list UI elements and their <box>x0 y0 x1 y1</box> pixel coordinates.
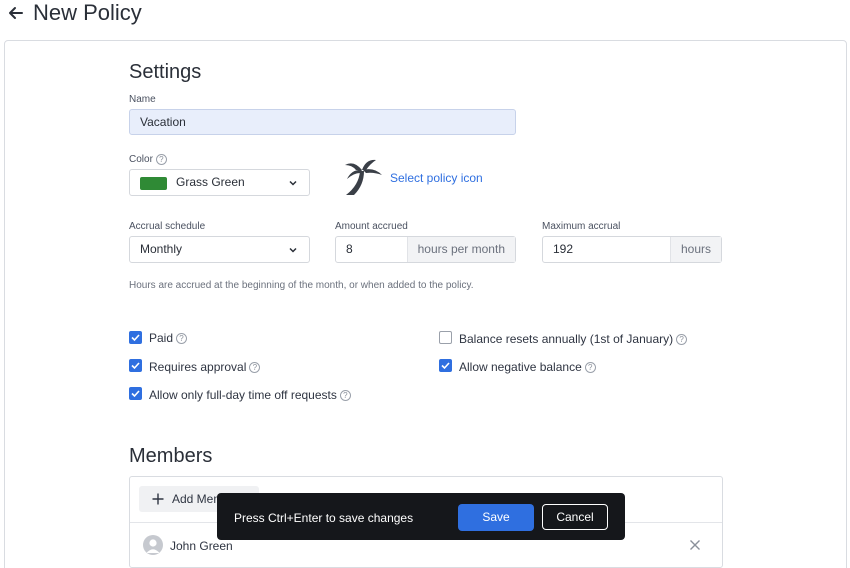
balance-resets-checkbox[interactable] <box>439 331 452 344</box>
back-arrow-icon[interactable] <box>7 4 25 22</box>
check-icon <box>131 362 140 370</box>
balance-resets-label-text: Balance resets annually (1st of January) <box>459 332 674 346</box>
amount-accrued-label: Amount accrued <box>335 221 408 232</box>
accrual-schedule-label: Accrual schedule <box>129 221 206 232</box>
accrual-schedule-select[interactable]: Monthly <box>129 236 310 263</box>
help-icon[interactable]: ? <box>584 362 596 374</box>
close-icon[interactable] <box>689 539 701 551</box>
member-name: John Green <box>170 539 233 553</box>
paid-label-text: Paid <box>149 331 174 345</box>
color-select-value: Grass Green <box>176 175 245 189</box>
help-icon[interactable]: ? <box>155 154 167 165</box>
help-icon[interactable]: ? <box>339 390 351 402</box>
accrual-schedule-value: Monthly <box>140 242 183 256</box>
check-icon <box>441 362 450 370</box>
paid-checkbox[interactable] <box>129 331 142 344</box>
check-icon <box>131 390 140 398</box>
negative-balance-label-text: Allow negative balance <box>459 360 582 374</box>
paid-label: Paid? <box>149 331 188 345</box>
requires-approval-label-text: Requires approval <box>149 360 247 374</box>
amount-accrued-value: 8 <box>346 242 353 256</box>
select-policy-icon-link[interactable]: Select policy icon <box>390 171 483 185</box>
help-icon[interactable]: ? <box>249 362 261 374</box>
color-label-text: Color <box>129 154 153 166</box>
amount-accrued-suffix: hours per month <box>406 237 515 262</box>
accrual-hint: Hours are accrued at the beginning of th… <box>129 280 474 291</box>
page-title: New Policy <box>33 0 142 25</box>
chevron-down-icon <box>289 180 297 186</box>
save-button[interactable]: Save <box>458 504 534 531</box>
maximum-accrual-value: 192 <box>553 242 574 256</box>
cancel-button[interactable]: Cancel <box>542 504 608 530</box>
user-icon <box>146 539 160 553</box>
color-swatch <box>140 177 167 190</box>
avatar <box>143 535 163 555</box>
help-icon[interactable]: ? <box>176 333 188 345</box>
amount-accrued-input[interactable]: 8 hours per month <box>335 236 516 263</box>
balance-resets-label: Balance resets annually (1st of January)… <box>459 332 688 346</box>
maximum-accrual-input[interactable]: 192 hours <box>542 236 722 263</box>
color-select[interactable]: Grass Green <box>129 169 310 196</box>
settings-heading: Settings <box>129 61 202 83</box>
full-day-only-label-text: Allow only full-day time off requests <box>149 388 337 402</box>
members-heading: Members <box>129 445 213 467</box>
plus-icon <box>152 493 164 505</box>
chevron-down-icon <box>289 247 297 253</box>
negative-balance-label: Allow negative balance? <box>459 360 596 374</box>
negative-balance-checkbox[interactable] <box>439 359 452 372</box>
name-input[interactable]: Vacation <box>129 109 516 135</box>
color-label: Color? <box>129 154 167 166</box>
check-icon <box>131 334 140 342</box>
maximum-accrual-label: Maximum accrual <box>542 221 621 232</box>
name-label: Name <box>129 94 156 105</box>
requires-approval-label: Requires approval? <box>149 360 261 374</box>
help-icon[interactable]: ? <box>676 334 688 346</box>
full-day-only-label: Allow only full-day time off requests? <box>149 388 351 402</box>
toast-message: Press Ctrl+Enter to save changes <box>234 511 414 525</box>
full-day-only-checkbox[interactable] <box>129 387 142 400</box>
palm-tree-icon[interactable] <box>342 157 384 197</box>
requires-approval-checkbox[interactable] <box>129 359 142 372</box>
maximum-accrual-suffix: hours <box>669 237 721 262</box>
